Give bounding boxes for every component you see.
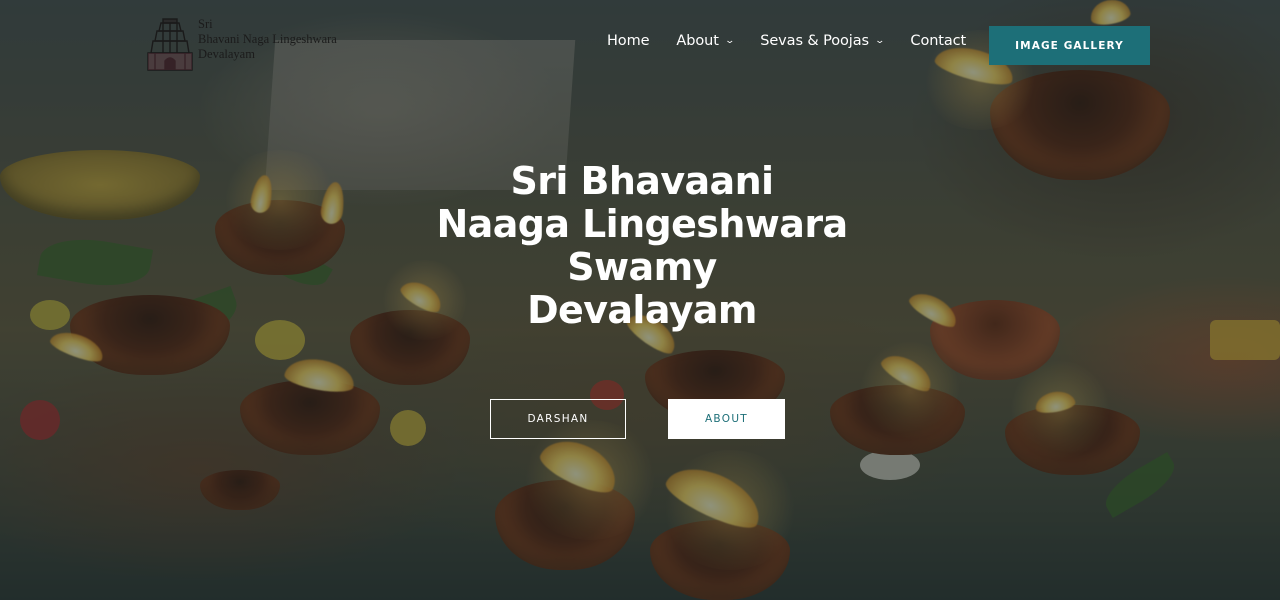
- logo-line: Bhavani Naga Lingeshwara: [198, 32, 337, 46]
- about-button[interactable]: ABOUT: [668, 399, 785, 439]
- hero-title-line: Devalayam: [527, 288, 757, 332]
- hero-title-line: Swamy: [567, 245, 717, 289]
- darshan-button[interactable]: DARSHAN: [490, 399, 626, 439]
- nav-item-label: Home: [607, 33, 650, 49]
- image-gallery-button[interactable]: IMAGE GALLERY: [989, 26, 1150, 65]
- logo-line: Sri: [198, 17, 213, 31]
- nav-item-contact[interactable]: Contact: [910, 33, 966, 49]
- hero-title-line: Sri Bhavaani: [510, 159, 775, 203]
- nav-item-sevas-poojas[interactable]: Sevas & Poojas ⌄: [760, 33, 885, 49]
- hero-title: Sri Bhavaani Naaga Lingeshwara Swamy Dev…: [390, 160, 894, 332]
- hero-title-line: Naaga Lingeshwara: [436, 202, 848, 246]
- temple-gopuram-icon: [147, 18, 193, 71]
- nav-item-label: Contact: [910, 33, 967, 49]
- nav-item-home[interactable]: Home: [607, 33, 650, 49]
- site-logo[interactable]: Sri Bhavani Naga Lingeshwara Devalayam: [143, 17, 368, 71]
- logo-line: Devalayam: [198, 47, 255, 61]
- logo-text: Sri Bhavani Naga Lingeshwara Devalayam: [198, 17, 368, 62]
- chevron-down-icon: ⌄: [724, 36, 735, 46]
- main-navigation: Home About ⌄ Sevas & Poojas ⌄ Contact: [607, 33, 993, 49]
- nav-item-label: Sevas & Poojas: [760, 33, 869, 49]
- nav-item-about[interactable]: About ⌄: [676, 33, 735, 49]
- chevron-down-icon: ⌄: [874, 36, 885, 46]
- nav-item-label: About: [676, 33, 719, 49]
